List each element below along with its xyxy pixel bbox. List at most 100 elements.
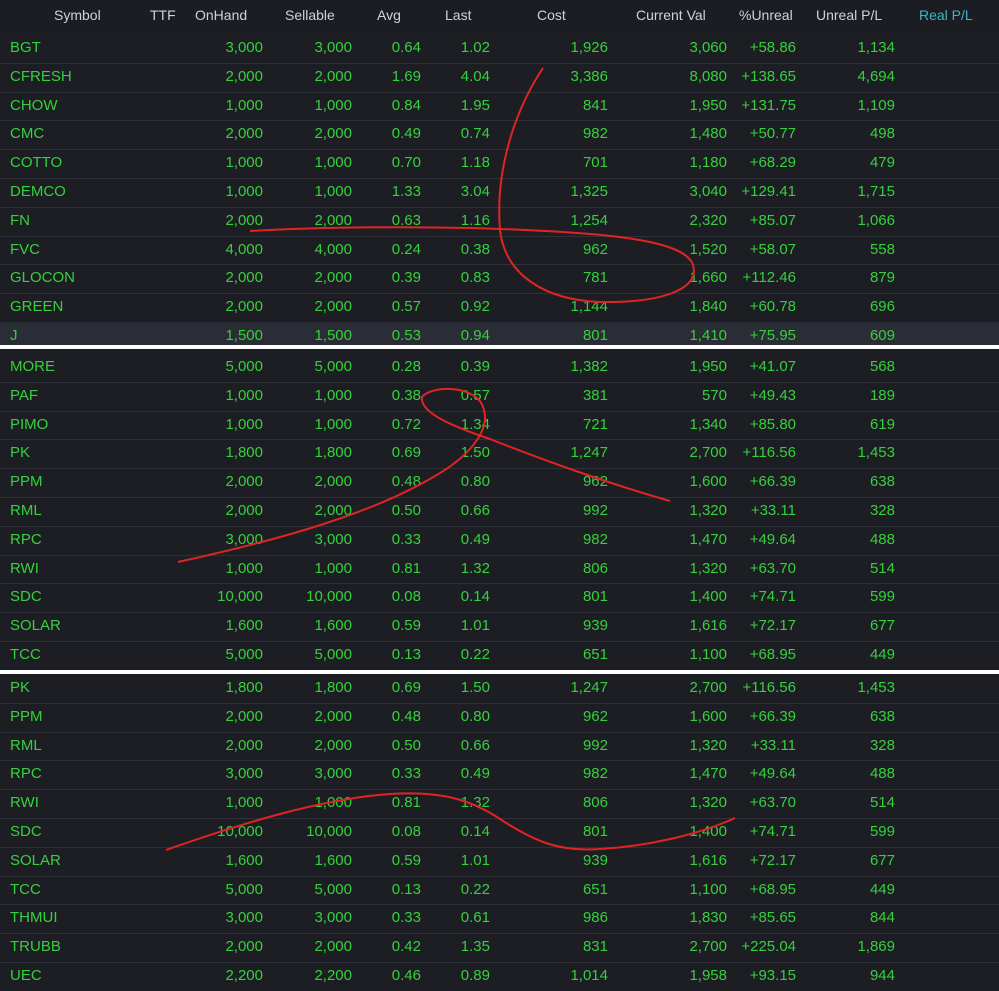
cell-cost: 1,926 bbox=[570, 39, 608, 56]
cell-symbol: PIMO bbox=[10, 415, 49, 433]
cell-avg: 0.13 bbox=[391, 880, 421, 898]
cell-sellable: 1,000 bbox=[314, 559, 352, 577]
table-row[interactable]: PIMO 1,000 1,000 0.72 1.34 721 1,340 +85.80 619 bbox=[0, 411, 999, 441]
cell-onhand: 10,000 bbox=[217, 588, 263, 606]
cell-avg: 0.50 bbox=[391, 502, 421, 519]
table-row[interactable]: DEMCO 1,000 1,000 1.33 3.04 1,325 3,040 +129.41… bbox=[0, 178, 999, 208]
cell-unreal-pl: 4,694 bbox=[857, 67, 895, 85]
header-cost[interactable]: Cost bbox=[537, 7, 566, 23]
cell-unreal-pl: 844 bbox=[869, 909, 895, 927]
cell-unreal-pl: 677 bbox=[869, 617, 895, 635]
cell-symbol: RPC bbox=[10, 765, 42, 783]
table-row[interactable]: BGT 3,000 3,000 0.64 1.02 1,926 3,060 +58.86 1,1… bbox=[0, 34, 999, 64]
table-row[interactable]: J 1,500 1,500 0.53 0.94 801 1,410 +75.95 609 bbox=[0, 322, 999, 345]
cell-cost: 1,144 bbox=[570, 298, 608, 316]
cell-unreal-pl: 638 bbox=[869, 473, 895, 491]
cell-current-val: 8,080 bbox=[689, 67, 727, 85]
header-onhand[interactable]: OnHand bbox=[195, 7, 247, 23]
table-row[interactable]: COTTO 1,000 1,000 0.70 1.18 701 1,180 +68.29 479 bbox=[0, 149, 999, 179]
cell-last: 0.66 bbox=[460, 736, 490, 754]
cell-last: 0.49 bbox=[460, 530, 490, 548]
cell-onhand: 5,000 bbox=[225, 880, 263, 898]
cell-avg: 0.48 bbox=[391, 473, 421, 491]
table-row[interactable]: SDC 10,000 10,000 0.08 0.14 801 1,400 +74.71 599 bbox=[0, 583, 999, 614]
cell-avg: 0.69 bbox=[391, 679, 421, 696]
cell-cost: 721 bbox=[582, 415, 608, 433]
cell-sellable: 3,000 bbox=[314, 530, 352, 548]
cell-symbol: SOLAR bbox=[10, 851, 61, 869]
header-real-pl[interactable]: Real P/L bbox=[919, 7, 973, 23]
cell-pct-unreal: +68.95 bbox=[749, 646, 796, 663]
header-unreal-pl[interactable]: Unreal P/L bbox=[816, 7, 882, 23]
cell-pct-unreal: +33.11 bbox=[750, 736, 796, 754]
table-row[interactable]: GREEN 2,000 2,000 0.57 0.92 1,144 1,840 +60.78 6… bbox=[0, 293, 999, 323]
table-row[interactable]: PAF 1,000 1,000 0.38 0.57 381 570 +49.43 189 bbox=[0, 382, 999, 412]
table-row[interactable]: RML 2,000 2,000 0.50 0.66 992 1,320 +33.11 328 bbox=[0, 497, 999, 527]
cell-pct-unreal: +85.65 bbox=[749, 909, 796, 927]
table-row[interactable]: SOLAR 1,600 1,600 0.59 1.01 939 1,616 +72.17 677 bbox=[0, 612, 999, 642]
cell-current-val: 1,616 bbox=[689, 617, 727, 635]
table-row[interactable]: SDC 10,000 10,000 0.08 0.14 801 1,400 +74.71 599 bbox=[0, 818, 999, 848]
table-row[interactable]: PK 1,800 1,800 0.69 1.50 1,247 2,700 +116.56 1,4… bbox=[0, 439, 999, 470]
cell-onhand: 1,600 bbox=[225, 851, 263, 869]
cell-current-val: 1,830 bbox=[689, 909, 727, 927]
header-symbol[interactable]: Symbol bbox=[54, 7, 101, 23]
cell-current-val: 1,100 bbox=[689, 646, 727, 663]
cell-onhand: 3,000 bbox=[225, 909, 263, 927]
cell-last: 1.16 bbox=[460, 211, 490, 229]
cell-cost: 1,325 bbox=[570, 183, 608, 200]
table-row[interactable]: MORE 5,000 5,000 0.28 0.39 1,382 1,950 +41.07 56… bbox=[0, 353, 999, 383]
header-pct-unreal[interactable]: %Unreal bbox=[739, 7, 793, 23]
table-row[interactable]: RML 2,000 2,000 0.50 0.66 992 1,320 +33.11 328 bbox=[0, 732, 999, 762]
cell-current-val: 1,180 bbox=[689, 154, 727, 172]
header-current-val[interactable]: Current Val bbox=[636, 7, 706, 23]
cell-unreal-pl: 677 bbox=[869, 851, 895, 869]
cell-pct-unreal: +74.71 bbox=[749, 823, 796, 840]
cell-onhand: 1,000 bbox=[225, 386, 263, 404]
header-last[interactable]: Last bbox=[445, 7, 471, 23]
table-row[interactable]: TCC 5,000 5,000 0.13 0.22 651 1,100 +68.95 449 bbox=[0, 876, 999, 906]
table-row[interactable]: FVC 4,000 4,000 0.24 0.38 962 1,520 +58.07 558 bbox=[0, 236, 999, 266]
cell-cost: 986 bbox=[582, 909, 608, 927]
table-row[interactable]: TCC 5,000 5,000 0.13 0.22 651 1,100 +68.95 449 bbox=[0, 641, 999, 670]
cell-symbol: DEMCO bbox=[10, 183, 66, 200]
cell-unreal-pl: 328 bbox=[869, 502, 895, 519]
cell-last: 3.04 bbox=[460, 183, 490, 200]
table-row[interactable]: PK 1,800 1,800 0.69 1.50 1,247 2,700 +116.56 1,4… bbox=[0, 674, 999, 704]
cell-cost: 806 bbox=[582, 559, 608, 577]
table-row[interactable]: PPM 2,000 2,000 0.48 0.80 962 1,600 +66.39 638 bbox=[0, 703, 999, 733]
cell-pct-unreal: +138.65 bbox=[741, 67, 796, 85]
table-row[interactable]: TRUBB 2,000 2,000 0.42 1.35 831 2,700 +225.04 1,… bbox=[0, 933, 999, 963]
cell-sellable: 2,000 bbox=[314, 125, 352, 143]
table-row[interactable]: RWI 1,000 1,000 0.81 1.32 806 1,320 +63.70 514 bbox=[0, 789, 999, 819]
table-row[interactable]: GLOCON 2,000 2,000 0.39 0.83 781 1,660 +112.46 8… bbox=[0, 264, 999, 295]
table-row[interactable]: CMC 2,000 2,000 0.49 0.74 982 1,480 +50.77 498 bbox=[0, 120, 999, 151]
cell-last: 1.18 bbox=[460, 154, 490, 172]
header-sellable[interactable]: Sellable bbox=[285, 7, 335, 23]
table-row[interactable]: FN 2,000 2,000 0.63 1.16 1,254 2,320 +85.07 1,06… bbox=[0, 207, 999, 237]
cell-onhand: 2,000 bbox=[225, 707, 263, 725]
header-avg[interactable]: Avg bbox=[377, 7, 401, 23]
cell-avg: 0.33 bbox=[391, 909, 421, 927]
cell-last: 0.22 bbox=[460, 880, 490, 898]
table-row[interactable]: SOLAR 1,600 1,600 0.59 1.01 939 1,616 +72.17 677 bbox=[0, 847, 999, 877]
cell-last: 0.14 bbox=[460, 823, 490, 840]
cell-pct-unreal: +85.07 bbox=[749, 211, 796, 229]
table-row[interactable]: RWI 1,000 1,000 0.81 1.32 806 1,320 +63.70 514 bbox=[0, 555, 999, 585]
cell-last: 0.89 bbox=[460, 967, 490, 984]
cell-unreal-pl: 599 bbox=[869, 823, 895, 840]
cell-current-val: 3,040 bbox=[689, 183, 727, 200]
cell-sellable: 2,000 bbox=[314, 473, 352, 491]
cell-onhand: 3,000 bbox=[225, 765, 263, 783]
table-row[interactable]: CFRESH 2,000 2,000 1.69 4.04 3,386 8,080 +138.6… bbox=[0, 63, 999, 93]
cell-current-val: 1,320 bbox=[689, 559, 727, 577]
table-row[interactable]: PPM 2,000 2,000 0.48 0.80 962 1,600 +66.39 638 bbox=[0, 468, 999, 498]
cell-last: 1.01 bbox=[460, 617, 490, 635]
table-row[interactable]: THMUI 3,000 3,000 0.33 0.61 986 1,830 +85.65 844 bbox=[0, 904, 999, 935]
table-row[interactable]: RPC 3,000 3,000 0.33 0.49 982 1,470 +49.64 488 bbox=[0, 526, 999, 556]
header-ttf[interactable]: TTF bbox=[150, 7, 176, 23]
cell-cost: 651 bbox=[582, 646, 608, 663]
table-row[interactable]: RPC 3,000 3,000 0.33 0.49 982 1,470 +49.64 488 bbox=[0, 760, 999, 791]
table-row[interactable]: CHOW 1,000 1,000 0.84 1.95 841 1,950 +131.75 1,1… bbox=[0, 92, 999, 122]
table-row[interactable]: UEC 2,200 2,200 0.46 0.89 1,014 1,958 +93.15 944 bbox=[0, 962, 999, 991]
